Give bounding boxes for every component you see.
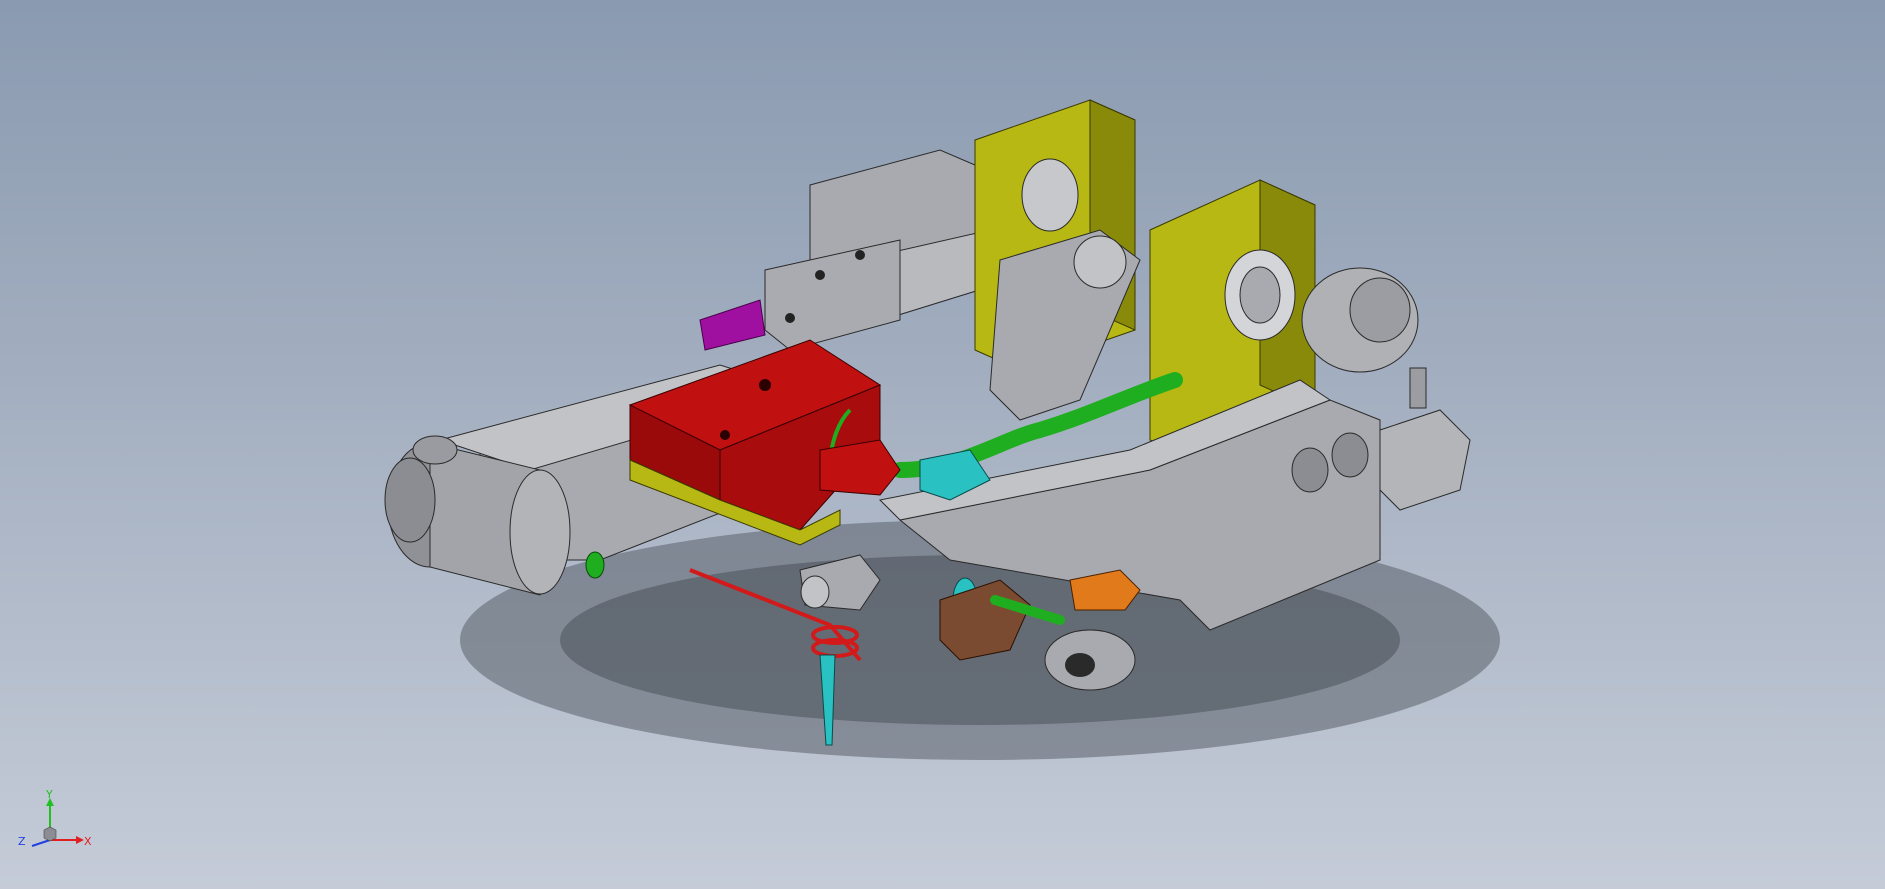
cad-viewport[interactable]: X Y Z <box>0 0 1885 889</box>
hole-1 <box>815 270 825 280</box>
right-arm-bolt-2 <box>1331 432 1369 478</box>
coordinate-triad: X Y Z <box>18 790 92 848</box>
left-nut-top[interactable] <box>412 435 458 465</box>
bracket-right-bearing-inner <box>1239 266 1281 324</box>
left-pin-green[interactable] <box>585 551 605 579</box>
purple-tab[interactable] <box>699 299 766 351</box>
small-clamp-eye <box>800 575 830 609</box>
y-axis-label: Y <box>45 790 53 801</box>
right-fitting-nipple[interactable] <box>1409 367 1427 409</box>
z-axis-label: Z <box>18 835 26 848</box>
red-fitting[interactable] <box>819 439 901 496</box>
upper-gray-block[interactable] <box>764 239 901 351</box>
z-axis-line <box>31 839 51 847</box>
left-nut[interactable] <box>384 457 436 543</box>
triad-cube <box>43 826 57 842</box>
right-arm-bolt-1 <box>1291 447 1329 493</box>
bottom-disk-hole <box>1065 653 1095 677</box>
center-link-pivot[interactable] <box>1073 235 1127 289</box>
x-axis-label: X <box>84 835 92 848</box>
x-axis-arrow <box>76 836 84 844</box>
motor-cap[interactable] <box>1349 277 1411 343</box>
left-roller-face[interactable] <box>509 469 571 595</box>
assembly-model[interactable] <box>0 0 1885 889</box>
red-block-hole-2 <box>720 430 730 440</box>
hole-3 <box>785 313 795 323</box>
bracket-left-hole <box>1021 158 1079 232</box>
right-fitting[interactable] <box>1379 409 1471 511</box>
red-block-hole <box>759 379 771 391</box>
hole-2 <box>855 250 865 260</box>
